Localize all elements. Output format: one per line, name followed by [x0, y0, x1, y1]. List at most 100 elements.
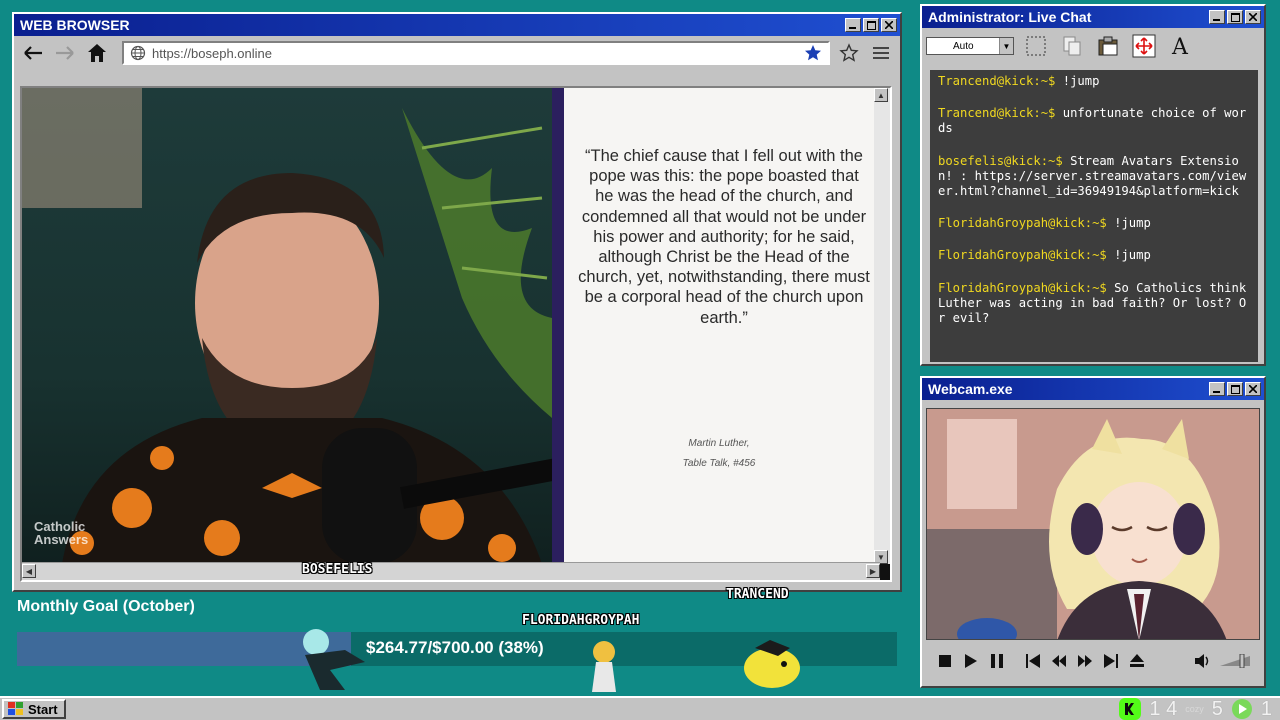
chat-title: Administrator: Live Chat — [928, 9, 1092, 25]
chat-message-text: !jump — [1055, 74, 1100, 88]
system-tray: 1 4 cozy 5 1 — [1119, 698, 1272, 720]
eject-icon[interactable] — [1128, 652, 1146, 670]
windows-logo-icon — [8, 702, 23, 715]
chat-username: FloridahGroypah@kick:~$ — [938, 248, 1107, 263]
move-icon[interactable] — [1130, 32, 1158, 60]
quote-text: “The chief cause that I fell out with th… — [578, 147, 870, 327]
chat-message: FloridahGroypah@kick:~$ So Catholics thi… — [938, 281, 1250, 327]
browser-title: WEB BROWSER — [20, 17, 130, 33]
skip-back-icon[interactable] — [1024, 652, 1042, 670]
browser-titlebar[interactable]: WEB BROWSER — [14, 14, 900, 36]
chat-message-text: !jump — [1106, 216, 1151, 231]
chat-message: Trancend@kick:~$ unfortunate choice of w… — [938, 106, 1250, 136]
attribution-source: Table Talk, #456 — [682, 458, 756, 469]
webcam-title: Webcam.exe — [928, 381, 1013, 397]
scroll-up-arrow-icon[interactable]: ▲ — [874, 88, 888, 102]
browser-viewport: Catholic Answers “The chief cause that I… — [20, 86, 892, 582]
back-button[interactable] — [20, 40, 46, 66]
video-feed: Catholic Answers — [22, 88, 562, 564]
address-bar[interactable]: https://boseph.online — [122, 41, 830, 65]
skip-forward-icon[interactable] — [1102, 652, 1120, 670]
webcam-view — [926, 408, 1260, 640]
start-label: Start — [28, 701, 58, 717]
close-button[interactable] — [1245, 382, 1261, 396]
favorites-button[interactable] — [836, 40, 862, 66]
maximize-button[interactable] — [863, 18, 879, 32]
chat-message: Trancend@kick:~$ !jump — [938, 74, 1250, 89]
taskbar: Start 1 4 cozy 5 1 — [0, 696, 1280, 720]
maximize-button[interactable] — [1227, 10, 1243, 24]
chat-message: bosefelis@kick:~$ Stream Avatars Extensi… — [938, 154, 1250, 200]
select-icon[interactable] — [1022, 32, 1050, 60]
chat-username: Trancend@kick:~$ — [938, 106, 1056, 121]
menu-button[interactable] — [868, 40, 894, 66]
paste-icon[interactable] — [1094, 32, 1122, 60]
play-count: 1 — [1260, 697, 1272, 720]
font-icon[interactable]: A — [1166, 32, 1194, 60]
home-icon — [88, 44, 106, 62]
forward-button[interactable] — [52, 40, 78, 66]
chat-message-text: !jump — [1106, 248, 1151, 263]
rewind-icon[interactable] — [1050, 652, 1068, 670]
scroll-left-arrow-icon[interactable]: ◀ — [22, 564, 36, 578]
copy-icon[interactable] — [1058, 32, 1086, 60]
horizontal-scrollbar[interactable]: ◀ ▶ — [22, 562, 880, 580]
divider-bar — [552, 88, 564, 564]
attribution-author: Martin Luther, — [688, 438, 750, 449]
chat-titlebar[interactable]: Administrator: Live Chat — [922, 6, 1264, 28]
minimize-button[interactable] — [845, 18, 861, 32]
arrow-right-icon — [56, 46, 74, 60]
maximize-button[interactable] — [1227, 382, 1243, 396]
webcam-titlebar[interactable]: Webcam.exe — [922, 378, 1264, 400]
kick-logo-icon[interactable] — [1119, 698, 1142, 720]
close-button[interactable] — [881, 18, 897, 32]
minimize-button[interactable] — [1209, 10, 1225, 24]
globe-icon — [130, 45, 146, 61]
chat-username: Trancend@kick:~$ — [938, 74, 1056, 88]
avatar-name-trancend: TRANCEND — [726, 587, 789, 602]
scroll-right-arrow-icon[interactable]: ▶ — [866, 564, 880, 578]
webcam-window: Webcam.exe — [920, 376, 1266, 688]
avatar-name-bosefelis: BOSEFELIS — [302, 562, 373, 577]
media-controls — [926, 646, 1260, 676]
quote-panel: “The chief cause that I fell out with th… — [564, 88, 880, 564]
volume-icon[interactable] — [1194, 652, 1212, 670]
bookmark-star-filled-icon[interactable] — [804, 44, 822, 62]
chat-toolbar: Auto ▼ A — [922, 28, 1264, 64]
browser-window: WEB BROWSER https://boseph.online Cathol… — [12, 12, 902, 592]
play-circle-icon[interactable] — [1231, 698, 1253, 720]
arrow-left-icon — [24, 46, 42, 60]
hamburger-menu-icon — [873, 47, 889, 59]
zoom-dropdown[interactable]: Auto ▼ — [926, 37, 1014, 55]
video-scene — [22, 88, 562, 564]
home-button[interactable] — [84, 40, 110, 66]
svg-text:A: A — [1171, 35, 1189, 58]
zoom-dropdown-value: Auto — [953, 40, 974, 52]
fast-forward-icon[interactable] — [1076, 652, 1094, 670]
chat-message: FloridahGroypah@kick:~$ !jump — [938, 248, 1250, 263]
start-button[interactable]: Start — [2, 699, 66, 719]
chat-message: FloridahGroypah@kick:~$ !jump — [938, 216, 1250, 231]
minimize-button[interactable] — [1209, 382, 1225, 396]
avatar-name-floridahgroypah: FLORIDAHGROYPAH — [522, 613, 640, 628]
close-button[interactable] — [1245, 10, 1261, 24]
vertical-scrollbar[interactable]: ▲ ▼ — [874, 88, 890, 564]
star-outline-icon — [839, 43, 859, 62]
kick-viewer-count: 1 4 — [1149, 697, 1178, 720]
chevron-down-icon[interactable]: ▼ — [999, 38, 1013, 54]
goal-progress-fill — [17, 632, 352, 666]
play-icon[interactable] — [962, 652, 980, 670]
chat-username: bosefelis@kick:~$ — [938, 153, 1063, 168]
url-text: https://boseph.online — [152, 45, 272, 61]
volume-slider[interactable] — [1220, 652, 1250, 670]
vtuber-avatar-image — [927, 409, 1259, 639]
goal-amount: $264.77/$700.00 (38%) — [366, 638, 544, 657]
chat-username: FloridahGroypah@kick:~$ — [938, 280, 1107, 295]
pause-icon[interactable] — [988, 652, 1006, 670]
cozy-count: 5 — [1211, 697, 1223, 720]
live-chat-window: Administrator: Live Chat Auto ▼ A Trance… — [920, 4, 1266, 366]
stop-icon[interactable] — [936, 652, 954, 670]
goal-label: Monthly Goal (October) — [17, 598, 195, 615]
cozy-label: cozy — [1185, 704, 1204, 714]
chat-messages: Trancend@kick:~$ !jump Trancend@kick:~$ … — [930, 70, 1258, 362]
